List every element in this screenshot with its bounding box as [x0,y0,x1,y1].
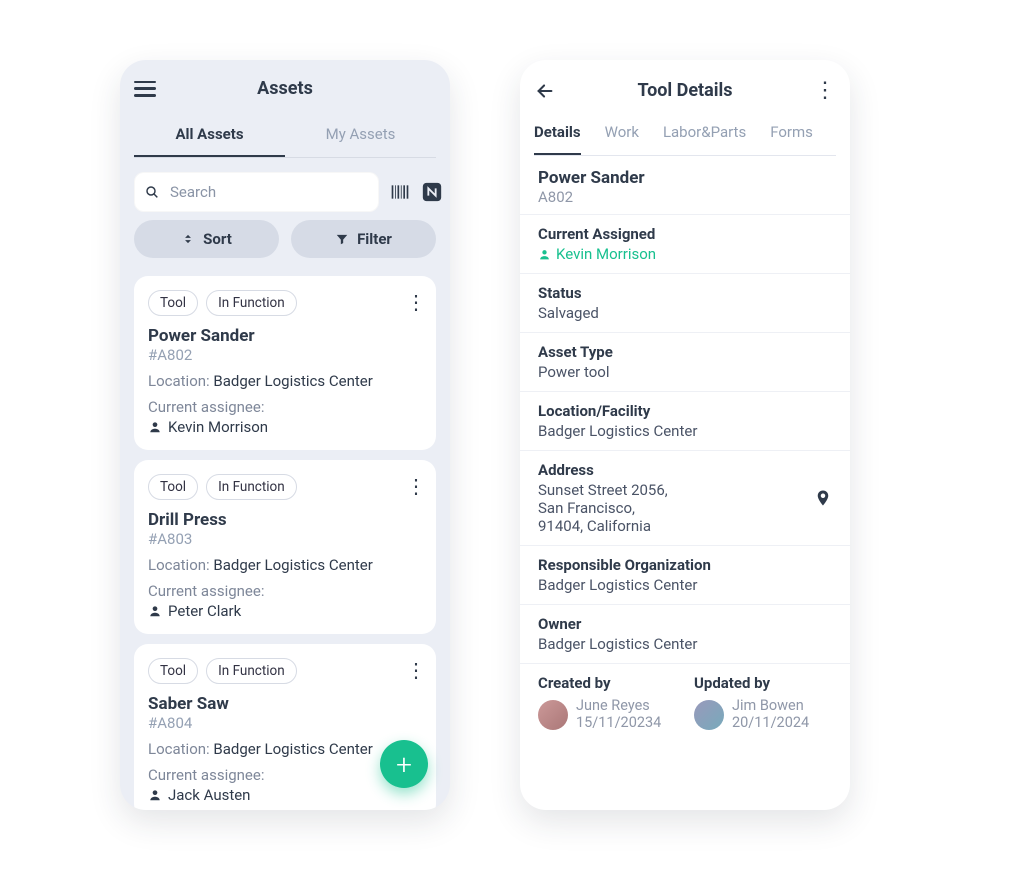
card-assignee: Jack Austen [148,786,422,804]
card-id: #A803 [148,530,422,548]
location-label: Location/Facility [538,402,832,420]
tab-labor-parts[interactable]: Labor&Parts [663,115,746,155]
page-title: Assets [156,78,414,99]
person-icon [538,248,551,261]
assigned-person-link[interactable]: Kevin Morrison [538,245,832,263]
updated-by-label: Updated by [694,674,832,692]
location-value: Badger Logistics Center [538,422,832,440]
person-icon [148,604,162,618]
person-icon [148,420,162,434]
filter-button[interactable]: Filter [291,220,436,258]
address-value: Sunset Street 2056, San Francisco, 91404… [538,481,832,535]
back-icon[interactable] [534,80,556,102]
tab-details[interactable]: Details [534,115,581,155]
search-input[interactable] [170,183,369,201]
chip-type: Tool [148,290,198,316]
assigned-name: Kevin Morrison [556,245,656,263]
chip-type: Tool [148,474,198,500]
card-title: Power Sander [148,326,422,346]
card-location: Location: Badger Logistics Center [148,556,422,574]
nfc-icon[interactable] [421,181,443,203]
card-assignee-label: Current assignee: [148,398,422,416]
asset-card[interactable]: Tool In Function ⋮ Drill Press #A803 Loc… [134,460,436,634]
more-icon[interactable]: ⋮ [814,78,836,103]
tab-my-assets[interactable]: My Assets [285,115,436,157]
asset-card[interactable]: Tool In Function ⋮ Power Sander #A802 Lo… [134,276,436,450]
tab-all-assets[interactable]: All Assets [134,115,285,157]
card-id: #A804 [148,714,422,732]
org-label: Responsible Organization [538,556,832,574]
created-by-label: Created by [538,674,676,692]
menu-icon[interactable] [134,81,156,97]
card-assignee: Peter Clark [148,602,422,620]
created-date: 15/11/20234 [576,715,661,732]
card-title: Saber Saw [148,694,422,714]
updated-date: 20/11/2024 [732,715,809,732]
tab-forms[interactable]: Forms [770,115,813,155]
chip-type: Tool [148,658,198,684]
owner-label: Owner [538,615,832,633]
tab-work[interactable]: Work [605,115,639,155]
owner-value: Badger Logistics Center [538,635,832,653]
card-location: Location: Badger Logistics Center [148,372,422,390]
card-more-icon[interactable]: ⋮ [406,658,426,682]
avatar-created [538,700,568,730]
detail-title: Tool Details [556,80,814,101]
org-value: Badger Logistics Center [538,576,832,594]
assets-tabs: All Assets My Assets [134,115,436,158]
person-icon [148,788,162,802]
sort-icon [181,232,195,246]
chip-status: In Function [206,474,297,500]
assets-screen: Assets All Assets My Assets Sort [120,60,450,810]
sort-button[interactable]: Sort [134,220,279,258]
search-icon [144,184,160,200]
assigned-label: Current Assigned [538,225,832,243]
status-label: Status [538,284,832,302]
map-pin-icon[interactable] [814,487,832,509]
barcode-icon[interactable] [389,181,411,203]
created-name: June Reyes [576,698,661,715]
detail-tabs: Details Work Labor&Parts Forms [534,115,836,156]
updated-name: Jim Bowen [732,698,809,715]
asset-card[interactable]: Tool In Function ⋮ Saber Saw #A804 Locat… [134,644,436,810]
card-more-icon[interactable]: ⋮ [406,474,426,498]
card-id: #A802 [148,346,422,364]
created-by-text: June Reyes 15/11/20234 [576,698,661,731]
type-label: Asset Type [538,343,832,361]
asset-id: A802 [538,188,832,206]
status-value: Salvaged [538,304,832,322]
type-value: Power tool [538,363,832,381]
tool-details-screen: Tool Details ⋮ Details Work Labor&Parts … [520,60,850,810]
card-assignee: Kevin Morrison [148,418,422,436]
search-input-wrapper[interactable] [134,172,379,212]
card-assignee-label: Current assignee: [148,582,422,600]
updated-by-text: Jim Bowen 20/11/2024 [732,698,809,731]
chip-status: In Function [206,290,297,316]
card-title: Drill Press [148,510,422,530]
asset-name: Power Sander [538,168,832,188]
add-asset-fab[interactable]: + [380,740,428,788]
chip-status: In Function [206,658,297,684]
filter-label: Filter [357,230,392,248]
address-label: Address [538,461,832,479]
sort-label: Sort [203,230,232,248]
filter-icon [335,232,349,246]
card-more-icon[interactable]: ⋮ [406,290,426,314]
avatar-updated [694,700,724,730]
